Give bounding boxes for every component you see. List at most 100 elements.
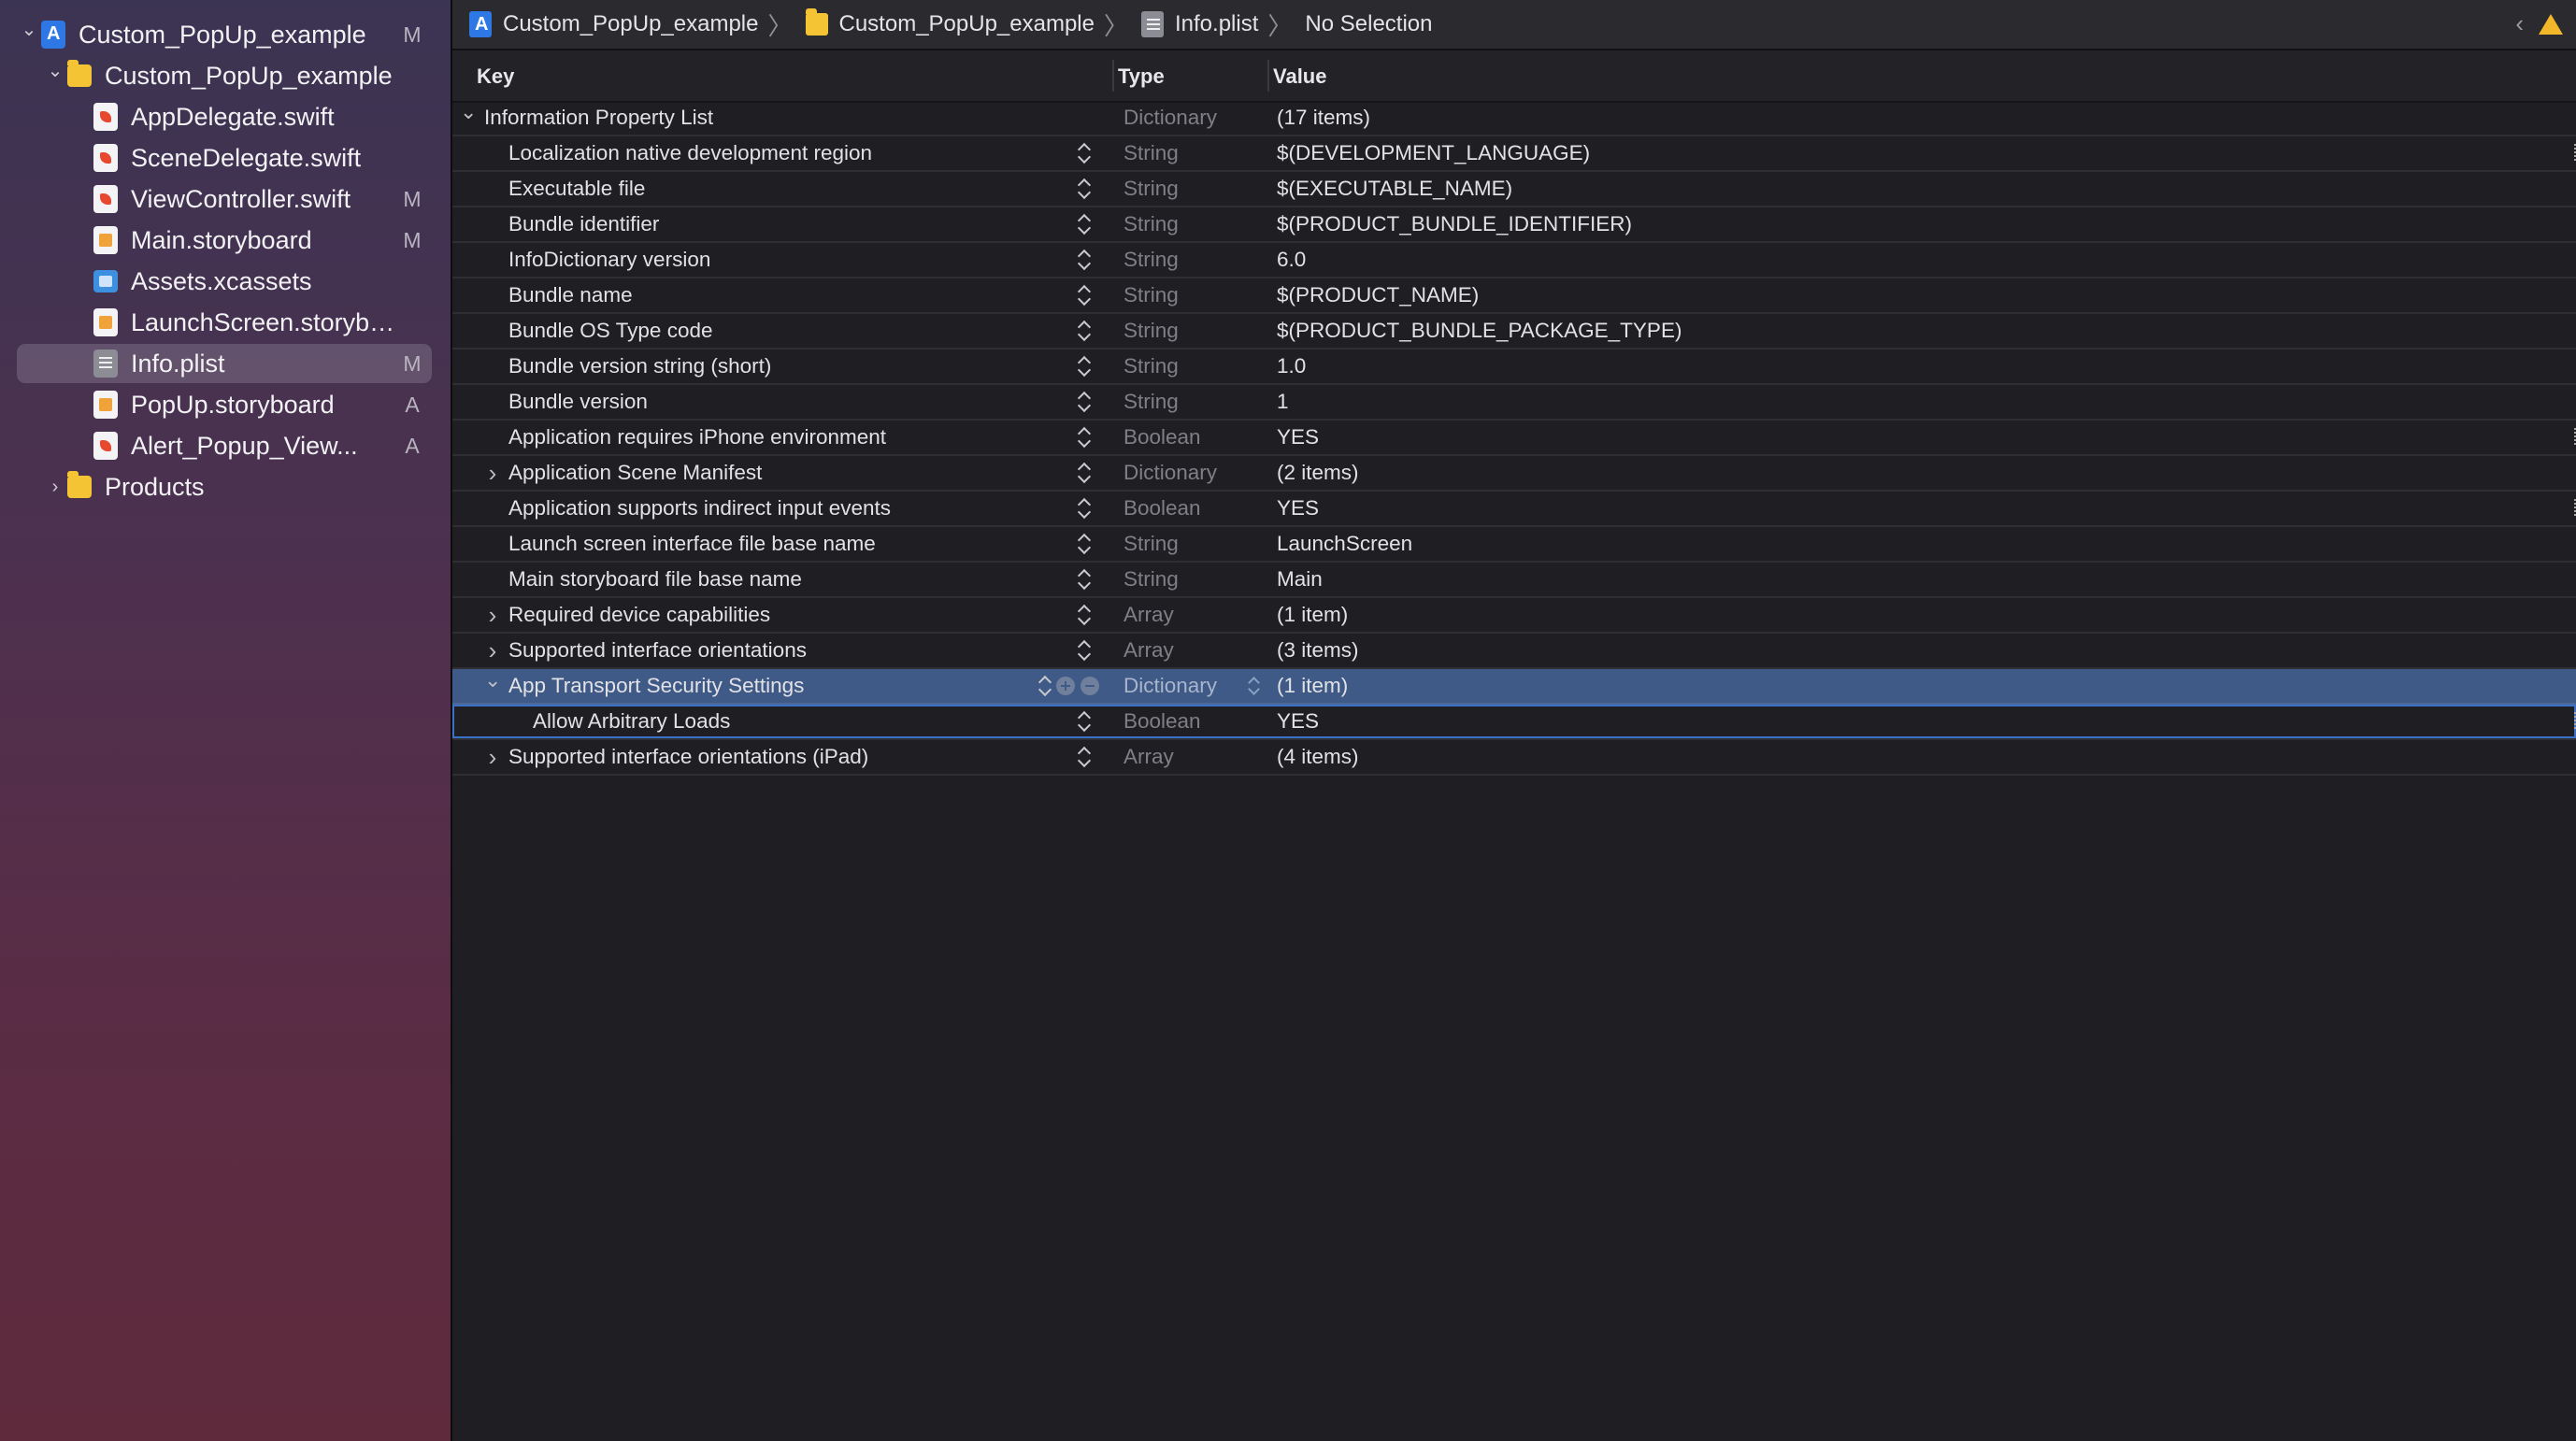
plist-type-cell[interactable]: String <box>1123 385 1179 419</box>
plist-row[interactable]: › Supported interface orientations (iPad)… <box>452 740 2576 776</box>
add-item-icon[interactable] <box>1056 677 1075 695</box>
plist-value-cell[interactable]: (1 item) <box>1277 669 1348 703</box>
plist-key-cell[interactable]: Application supports indirect input even… <box>452 492 1097 525</box>
value-popup-indicator-icon[interactable] <box>2571 499 2576 516</box>
plist-key-cell[interactable]: ⌄ Information Property List <box>452 100 1097 135</box>
plist-value-cell[interactable]: Main <box>1277 563 1323 596</box>
value-column-header[interactable]: Value <box>1273 50 1326 101</box>
plist-type-cell[interactable]: Boolean <box>1123 492 1201 525</box>
key-stepper-icon[interactable] <box>1077 355 1090 378</box>
navigator-item[interactable]: Alert_Popup_View... A <box>17 426 432 465</box>
key-stepper-icon[interactable] <box>1077 426 1090 449</box>
plist-row[interactable]: Localization native development region St… <box>452 136 2576 172</box>
plist-key-cell[interactable]: Application requires iPhone environment <box>452 421 1097 454</box>
key-stepper-icon[interactable] <box>1077 249 1090 271</box>
plist-value-cell[interactable]: YES <box>1277 421 1319 454</box>
plist-type-cell[interactable]: String <box>1123 136 1179 170</box>
breadcrumb-item[interactable]: Custom_PopUp_example 〉 <box>796 7 1133 42</box>
navigator-item[interactable]: ViewController.swift M <box>17 179 432 219</box>
plist-value-cell[interactable]: 1.0 <box>1277 350 1306 383</box>
key-stepper-icon[interactable] <box>1077 710 1090 733</box>
key-stepper-icon[interactable] <box>1077 604 1090 626</box>
value-popup-indicator-icon[interactable] <box>2571 428 2576 445</box>
chevron-right-icon[interactable]: › <box>43 477 67 498</box>
plist-row[interactable]: Main storyboard file base name String Main <box>452 563 2576 598</box>
key-stepper-icon[interactable] <box>1077 391 1090 413</box>
plist-row[interactable]: › Required device capabilities Array (1 ite… <box>452 598 2576 634</box>
chevron-right-icon[interactable]: › <box>484 634 501 667</box>
plist-type-cell[interactable]: String <box>1123 172 1179 206</box>
plist-type-cell[interactable]: Array <box>1123 598 1174 632</box>
plist-key-cell[interactable]: Bundle identifier <box>452 207 1097 241</box>
plist-value-cell[interactable]: $(PRODUCT_BUNDLE_IDENTIFIER) <box>1277 207 1632 241</box>
chevron-right-icon[interactable]: › <box>484 456 501 490</box>
navigator-item[interactable]: Main.storyboard M <box>17 221 432 260</box>
plist-type-cell[interactable]: Boolean <box>1123 705 1201 738</box>
plist-value-cell[interactable]: (2 items) <box>1277 456 1359 490</box>
navigator-item[interactable]: Assets.xcassets <box>17 262 432 301</box>
key-stepper-icon[interactable] <box>1077 178 1090 200</box>
navigator-item[interactable]: › Products <box>17 467 432 506</box>
key-stepper-icon[interactable] <box>1038 675 1051 697</box>
chevron-down-icon[interactable]: ⌄ <box>17 18 41 41</box>
plist-type-cell[interactable]: Array <box>1123 740 1174 774</box>
plist-value-cell[interactable]: $(PRODUCT_NAME) <box>1277 278 1479 312</box>
plist-key-cell[interactable]: ⌄ App Transport Security Settings <box>452 668 1097 703</box>
plist-key-cell[interactable]: Launch screen interface file base name <box>452 527 1097 561</box>
plist-type-cell[interactable]: String <box>1123 278 1179 312</box>
navigator-item[interactable]: LaunchScreen.storybo... <box>17 303 432 342</box>
column-divider[interactable] <box>1267 60 1269 92</box>
plist-type-cell[interactable]: Boolean <box>1123 421 1201 454</box>
plist-type-cell[interactable]: String <box>1123 314 1179 348</box>
plist-row[interactable]: Bundle version String 1 <box>452 385 2576 421</box>
key-column-header[interactable]: Key <box>477 50 514 101</box>
plist-key-cell[interactable]: › Supported interface orientations <box>452 634 1097 667</box>
plist-row[interactable]: ⌄ App Transport Security Settings Dictiona… <box>452 668 2576 705</box>
plist-type-cell[interactable]: Dictionary <box>1123 101 1217 135</box>
plist-row[interactable]: Application supports indirect input even… <box>452 492 2576 527</box>
plist-type-cell[interactable]: String <box>1123 527 1179 561</box>
plist-value-cell[interactable]: (17 items) <box>1277 101 1370 135</box>
navigator-item[interactable]: PopUp.storyboard A <box>17 385 432 424</box>
plist-value-cell[interactable]: YES <box>1277 492 1319 525</box>
key-stepper-icon[interactable] <box>1077 533 1090 555</box>
remove-item-icon[interactable] <box>1080 677 1099 695</box>
plist-row[interactable]: › Supported interface orientations Array (3… <box>452 634 2576 669</box>
chevron-right-icon[interactable]: › <box>484 740 501 774</box>
key-stepper-icon[interactable] <box>1077 497 1090 520</box>
type-stepper-icon[interactable] <box>1247 675 1260 697</box>
plist-key-cell[interactable]: › Application Scene Manifest <box>452 456 1097 490</box>
plist-value-cell[interactable]: (1 item) <box>1277 598 1348 632</box>
navigator-item[interactable]: ⌄ Custom_PopUp_example M <box>17 15 432 54</box>
key-stepper-icon[interactable] <box>1077 320 1090 342</box>
value-popup-indicator-icon[interactable] <box>2571 712 2576 729</box>
plist-key-cell[interactable]: Main storyboard file base name <box>452 563 1097 596</box>
plist-type-cell[interactable]: Array <box>1123 634 1174 667</box>
plist-row[interactable]: Executable file String $(EXECUTABLE_NAME) <box>452 172 2576 207</box>
plist-row[interactable]: Bundle name String $(PRODUCT_NAME) <box>452 278 2576 314</box>
column-divider[interactable] <box>1112 60 1114 92</box>
plist-key-cell[interactable]: InfoDictionary version <box>452 243 1097 277</box>
chevron-down-icon[interactable]: ⌄ <box>460 95 477 129</box>
key-stepper-icon[interactable] <box>1077 213 1090 235</box>
chevron-down-icon[interactable]: ⌄ <box>43 59 67 82</box>
plist-key-cell[interactable]: › Supported interface orientations (iPad) <box>452 740 1097 774</box>
key-stepper-icon[interactable] <box>1077 462 1090 484</box>
plist-row[interactable]: Bundle version string (short) String 1.0 <box>452 350 2576 385</box>
plist-key-cell[interactable]: Executable file <box>452 172 1097 206</box>
plist-type-cell[interactable]: Dictionary <box>1123 669 1217 703</box>
plist-row[interactable]: Launch screen interface file base name St… <box>452 527 2576 563</box>
plist-type-cell[interactable]: String <box>1123 350 1179 383</box>
plist-value-cell[interactable]: (4 items) <box>1277 740 1359 774</box>
breadcrumb-item[interactable]: Info.plist 〉 <box>1132 7 1295 42</box>
plist-key-cell[interactable]: Allow Arbitrary Loads <box>452 705 1097 738</box>
key-stepper-icon[interactable] <box>1077 284 1090 307</box>
plist-key-cell[interactable]: Bundle name <box>452 278 1097 312</box>
navigator-item[interactable]: ⌄ Custom_PopUp_example <box>17 56 432 95</box>
plist-key-cell[interactable]: › Required device capabilities <box>452 598 1097 632</box>
navigator-item[interactable]: SceneDelegate.swift <box>17 138 432 178</box>
plist-value-cell[interactable]: $(DEVELOPMENT_LANGUAGE) <box>1277 136 1590 170</box>
plist-value-cell[interactable]: LaunchScreen <box>1277 527 1412 561</box>
plist-row[interactable]: › Application Scene Manifest Dictionary (2 … <box>452 456 2576 492</box>
plist-type-cell[interactable]: String <box>1123 207 1179 241</box>
